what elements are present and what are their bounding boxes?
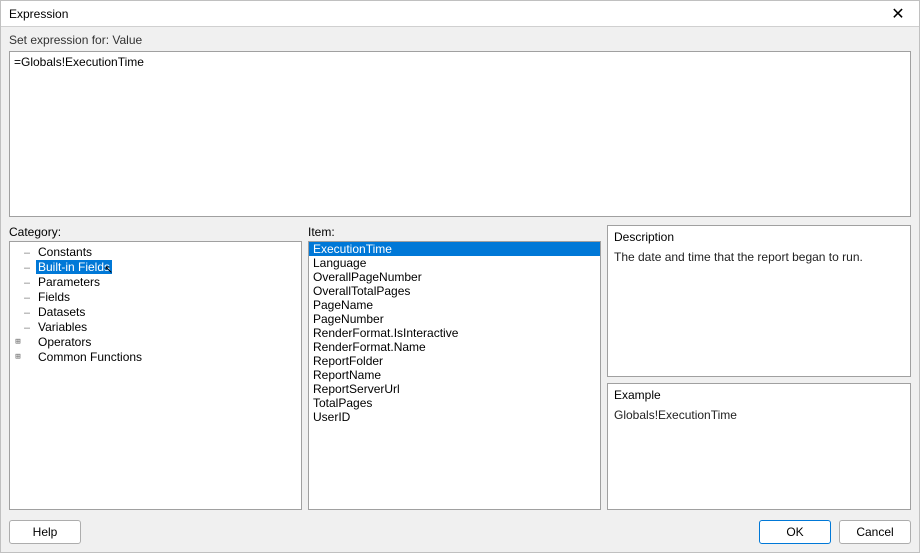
category-label: Category: (9, 225, 302, 239)
middle-row: Category: …Constants…Built-in Fields↖…Pa… (9, 225, 911, 510)
tree-connector: … (24, 276, 36, 287)
set-expression-label: Set expression for: Value (9, 31, 911, 51)
example-panel: Example Globals!ExecutionTime (607, 383, 911, 510)
category-tree-item[interactable]: ⊞ Common Functions (10, 349, 301, 364)
description-panel: Description The date and time that the r… (607, 225, 911, 377)
expand-icon[interactable]: ⊞ (12, 352, 24, 362)
tree-connector: … (24, 261, 36, 272)
category-tree-item[interactable]: …Constants (10, 244, 301, 259)
list-item[interactable]: UserID (309, 410, 600, 424)
tree-item-label: Common Functions (36, 350, 144, 364)
tree-item-label: Constants (36, 245, 94, 259)
list-item[interactable]: OverallPageNumber (309, 270, 600, 284)
tree-item-label: Fields (36, 290, 72, 304)
titlebar-title: Expression (9, 7, 68, 21)
right-column: Description The date and time that the r… (607, 225, 911, 510)
tree-connector: … (24, 306, 36, 317)
close-icon[interactable]: ✕ (883, 3, 913, 25)
tree-item-label: Built-in Fields (36, 260, 112, 274)
category-tree-item[interactable]: …Variables (10, 319, 301, 334)
list-item[interactable]: PageName (309, 298, 600, 312)
titlebar: Expression ✕ (1, 1, 919, 27)
expand-icon[interactable]: ⊞ (12, 337, 24, 347)
button-row: Help OK Cancel (9, 510, 911, 544)
example-text: Globals!ExecutionTime (614, 408, 904, 422)
tree-connector: … (24, 321, 36, 332)
category-tree-item[interactable]: …Built-in Fields↖ (10, 259, 301, 274)
list-item[interactable]: Language (309, 256, 600, 270)
category-tree-item[interactable]: …Parameters (10, 274, 301, 289)
category-tree-item[interactable]: ⊞ Operators (10, 334, 301, 349)
category-tree[interactable]: …Constants…Built-in Fields↖…Parameters…F… (9, 241, 302, 510)
expression-input[interactable]: =Globals!ExecutionTime (9, 51, 911, 217)
category-column: Category: …Constants…Built-in Fields↖…Pa… (9, 225, 302, 510)
item-column: Item: ExecutionTimeLanguageOverallPageNu… (308, 225, 601, 510)
example-label: Example (614, 388, 904, 402)
description-text: The date and time that the report began … (614, 250, 904, 264)
item-label: Item: (308, 225, 601, 239)
cursor-icon: ↖ (104, 263, 113, 276)
spacer (81, 520, 759, 544)
ok-button[interactable]: OK (759, 520, 831, 544)
help-button[interactable]: Help (9, 520, 81, 544)
category-tree-item[interactable]: …Fields (10, 289, 301, 304)
cancel-button[interactable]: Cancel (839, 520, 911, 544)
list-item[interactable]: PageNumber (309, 312, 600, 326)
list-item[interactable]: OverallTotalPages (309, 284, 600, 298)
tree-item-label: Datasets (36, 305, 87, 319)
tree-connector: … (24, 291, 36, 302)
description-label: Description (614, 230, 904, 244)
list-item[interactable]: ReportServerUrl (309, 382, 600, 396)
tree-connector: … (24, 246, 36, 257)
list-item[interactable]: RenderFormat.Name (309, 340, 600, 354)
list-item[interactable]: RenderFormat.IsInteractive (309, 326, 600, 340)
list-item[interactable]: TotalPages (309, 396, 600, 410)
tree-item-label: Operators (36, 335, 93, 349)
item-list[interactable]: ExecutionTimeLanguageOverallPageNumberOv… (308, 241, 601, 510)
dialog-content: Set expression for: Value =Globals!Execu… (1, 27, 919, 552)
list-item[interactable]: ReportFolder (309, 354, 600, 368)
tree-item-label: Variables (36, 320, 89, 334)
tree-item-label: Parameters (36, 275, 102, 289)
list-item[interactable]: ExecutionTime (309, 242, 600, 256)
expression-dialog: Expression ✕ Set expression for: Value =… (0, 0, 920, 553)
category-tree-item[interactable]: …Datasets (10, 304, 301, 319)
list-item[interactable]: ReportName (309, 368, 600, 382)
